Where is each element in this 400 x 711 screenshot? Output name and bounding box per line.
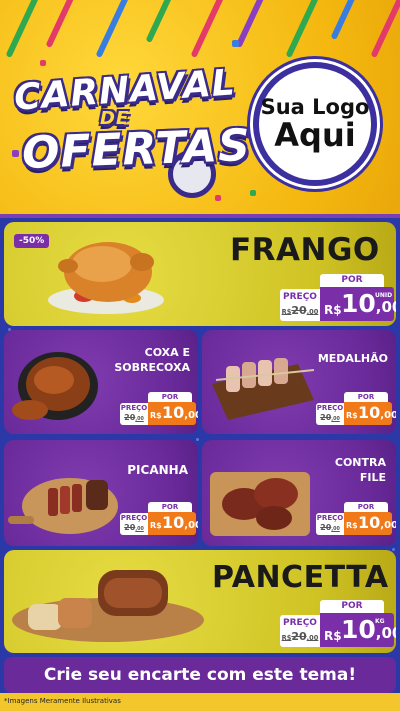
price-tag: POR PREÇO 20,00 R$ 10,00 (316, 392, 396, 426)
title-line-3: OFERTAS (21, 120, 252, 179)
preco-label: PREÇO (316, 404, 344, 412)
price-value: 10,00 (358, 403, 396, 422)
new-price: R$ 10,00 (344, 402, 396, 425)
product-name: MEDALHÃO (317, 352, 388, 365)
currency: R$ (150, 521, 162, 530)
create-flyer-button[interactable]: Crie seu encarte com este tema! (4, 657, 396, 693)
medallion-skewers-image (212, 358, 315, 420)
preco-label: PREÇO (283, 618, 317, 628)
streamer-decoration (330, 0, 366, 40)
price-tag: POR PREÇO 20,00 R$ 10,00 (316, 502, 396, 536)
old-price-box: PREÇO 20,00 (316, 403, 344, 425)
new-price: R$ 10,00 (148, 402, 198, 425)
old-price-box: PREÇO R$20,00 (280, 615, 320, 647)
product-name: CONTRA FILE (334, 456, 386, 484)
currency: R$ (324, 303, 342, 317)
por-label: POR (148, 392, 192, 402)
new-price: R$ 10,00 UNID (320, 287, 396, 321)
preco-label: PREÇO (283, 292, 317, 302)
streamer-decoration (95, 0, 131, 58)
product-name: FRANGO (230, 232, 380, 268)
price-value: 10,00 (358, 513, 396, 532)
confetti-dot (232, 40, 239, 47)
glitter-dot (392, 548, 395, 551)
old-price: R$20,00 (281, 304, 319, 317)
por-label: POR (344, 392, 388, 402)
old-price: R$20,00 (281, 630, 319, 643)
old-price: 20,00 (320, 523, 340, 532)
cta-label: Crie seu encarte com este tema! (43, 665, 357, 685)
new-price: R$ 10,00 (344, 512, 396, 535)
product-card-contra-file[interactable]: CONTRA FILE POR PREÇO 20,00 R$ 10,00 (202, 440, 396, 546)
streamer-decoration (145, 0, 181, 43)
price-tag: POR PREÇO R$20,00 R$ 10,00 KG (280, 600, 396, 648)
por-label: POR (320, 274, 384, 287)
streamer-decoration (370, 0, 400, 58)
streamer-decoration (5, 0, 41, 58)
old-price-box: PREÇO 20,00 (316, 513, 344, 535)
currency: R$ (346, 411, 358, 420)
streamer-decoration (45, 0, 81, 48)
product-card-picanha[interactable]: PICANHA POR PREÇO 20,00 R$ 10,00 (4, 440, 198, 546)
pancetta-board-image (12, 570, 204, 642)
old-price: 20,00 (124, 523, 144, 532)
old-price-box: PREÇO R$20,00 (280, 289, 320, 321)
price-value: 10,00 (341, 615, 396, 644)
product-name: PICANHA (127, 463, 188, 477)
currency: R$ (324, 629, 342, 643)
price-tag: POR PREÇO R$20,00 R$ 10,00 UNID (280, 274, 396, 322)
product-name: PANCETTA (212, 560, 389, 595)
product-name: COXA E SOBRECOXA (114, 346, 190, 374)
confetti-dot (215, 195, 221, 201)
streamer-decoration (190, 0, 226, 58)
preco-label: PREÇO (120, 514, 148, 522)
header-banner: CARNAVAL DE OFERTAS Sua Logo Aqui (0, 0, 400, 218)
price-value: 10,00 (162, 403, 198, 422)
product-card-coxa-sobrecoxa[interactable]: COXA ESOBRECOXA POR PREÇO 20,00 R$ 10,00 (4, 330, 198, 434)
logo-placeholder[interactable]: Sua Logo Aqui (253, 62, 377, 186)
currency: R$ (346, 521, 358, 530)
por-label: POR (344, 502, 388, 512)
price-unit: KG (375, 618, 385, 625)
streamer-decoration (285, 0, 321, 58)
chicken-thigh-image (12, 352, 98, 420)
product-card-medalhao[interactable]: MEDALHÃO POR PREÇO 20,00 R$ 10,00 (202, 330, 396, 434)
price-tag: POR PREÇO 20,00 R$ 10,00 (120, 392, 198, 426)
old-price-box: PREÇO 20,00 (120, 403, 148, 425)
old-price-box: PREÇO 20,00 (120, 513, 148, 535)
currency: R$ (150, 411, 162, 420)
steak-board-image (210, 472, 310, 536)
por-label: POR (320, 600, 384, 613)
price-unit: UNID (375, 292, 393, 299)
por-label: POR (148, 502, 192, 512)
logo-text-line-2: Aqui (274, 116, 356, 155)
new-price: R$ 10,00 (148, 512, 198, 535)
glitter-dot (196, 438, 199, 441)
price-tag: POR PREÇO 20,00 R$ 10,00 (120, 502, 198, 536)
confetti-dot (250, 190, 256, 196)
carnaval-title: CARNAVAL DE OFERTAS (8, 62, 252, 198)
product-card-frango[interactable]: -50% FRANGO POR PREÇO R$20,00 R$ 10,00 U… (4, 222, 396, 326)
product-card-pancetta[interactable]: PANCETTA POR PREÇO R$20,00 R$ 10,00 KG (4, 550, 396, 653)
preco-label: PREÇO (120, 404, 148, 412)
old-price: 20,00 (124, 413, 144, 422)
roast-chicken-image (48, 242, 164, 314)
streamer-decoration (235, 0, 271, 48)
preco-label: PREÇO (316, 514, 344, 522)
old-price: 20,00 (320, 413, 340, 422)
price-value: 10,00 (162, 513, 198, 532)
disclaimer-text: *Imagens Meramente Ilustrativas (4, 697, 121, 705)
picanha-board-image (8, 478, 118, 534)
new-price: R$ 10,00 KG (320, 613, 396, 647)
